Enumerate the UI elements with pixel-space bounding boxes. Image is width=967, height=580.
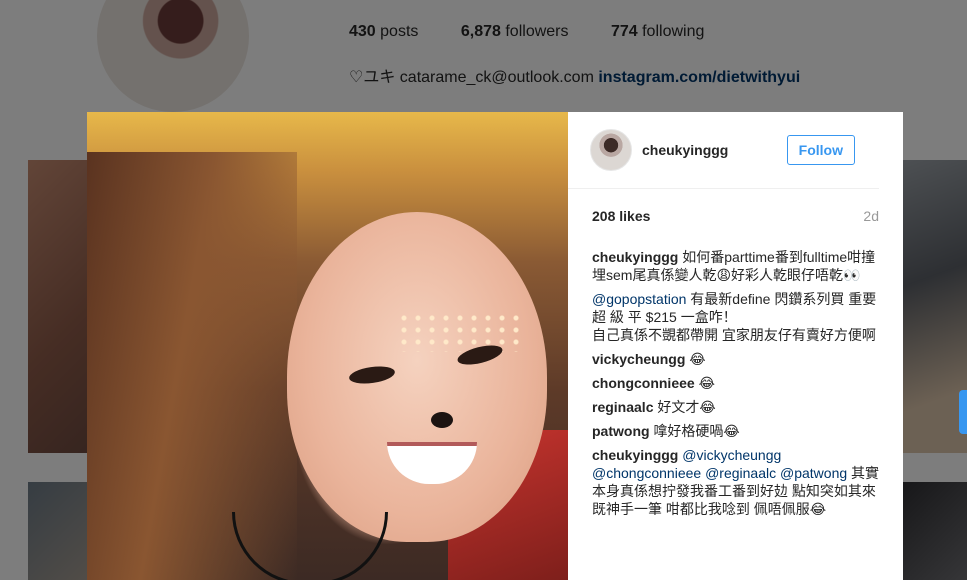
follow-button[interactable]: Follow: [786, 135, 855, 165]
comment-text: 好文才😂: [657, 399, 716, 415]
comment-list: cheukyinggg 如何番parttime番到fulltime咁撞埋sem尾…: [592, 248, 881, 524]
comment-text: 嗱好格硬喎😂: [653, 423, 740, 439]
comment-item: vickycheungg 😂: [592, 350, 881, 368]
comment-text: 😂: [698, 375, 715, 391]
post-age[interactable]: 2d: [863, 208, 879, 224]
comment-mention[interactable]: @vickycheungg: [682, 447, 781, 463]
comment-author[interactable]: cheukyinggg: [592, 447, 678, 463]
comment-mention[interactable]: @patwong: [780, 465, 847, 481]
comment-item: chongconnieee 😂: [592, 374, 881, 392]
likes-count[interactable]: 208 likes: [592, 208, 650, 224]
comment-mention[interactable]: @chongconnieee: [592, 465, 701, 481]
author-avatar[interactable]: [590, 129, 632, 171]
comment-text: 自己真係不覬都帶開 宜家朋友仔有賣好方便啊: [592, 327, 876, 343]
comment-item: cheukyinggg 如何番parttime番到fulltime咁撞埋sem尾…: [592, 248, 881, 284]
comment-item: cheukyinggg @vickycheungg @chongconnieee…: [592, 446, 881, 518]
author-username[interactable]: cheukyinggg: [642, 142, 787, 158]
comment-text: 😂: [689, 351, 706, 367]
comment-author[interactable]: chongconnieee: [592, 375, 695, 391]
comment-mention[interactable]: @gopopstation: [592, 291, 686, 307]
comment-item: @gopopstation 有最新define 閃鑽系列買 重要超 級 平 $2…: [592, 290, 881, 344]
post-header: cheukyinggg Follow: [568, 112, 879, 189]
post-modal: cheukyinggg Follow 208 likes 2d cheukyin…: [87, 112, 903, 580]
comment-author[interactable]: reginaalc: [592, 399, 653, 415]
comment-author[interactable]: patwong: [592, 423, 650, 439]
comment-mention[interactable]: @reginaalc: [705, 465, 776, 481]
side-scroll-tab[interactable]: [959, 390, 967, 434]
comment-item: reginaalc 好文才😂: [592, 398, 881, 416]
post-side-panel: cheukyinggg Follow 208 likes 2d cheukyin…: [568, 112, 903, 580]
post-photo[interactable]: [87, 112, 568, 580]
post-meta: 208 likes 2d: [592, 208, 879, 224]
comment-item: patwong 嗱好格硬喎😂: [592, 422, 881, 440]
comment-author[interactable]: cheukyinggg: [592, 249, 678, 265]
comment-author[interactable]: vickycheungg: [592, 351, 685, 367]
